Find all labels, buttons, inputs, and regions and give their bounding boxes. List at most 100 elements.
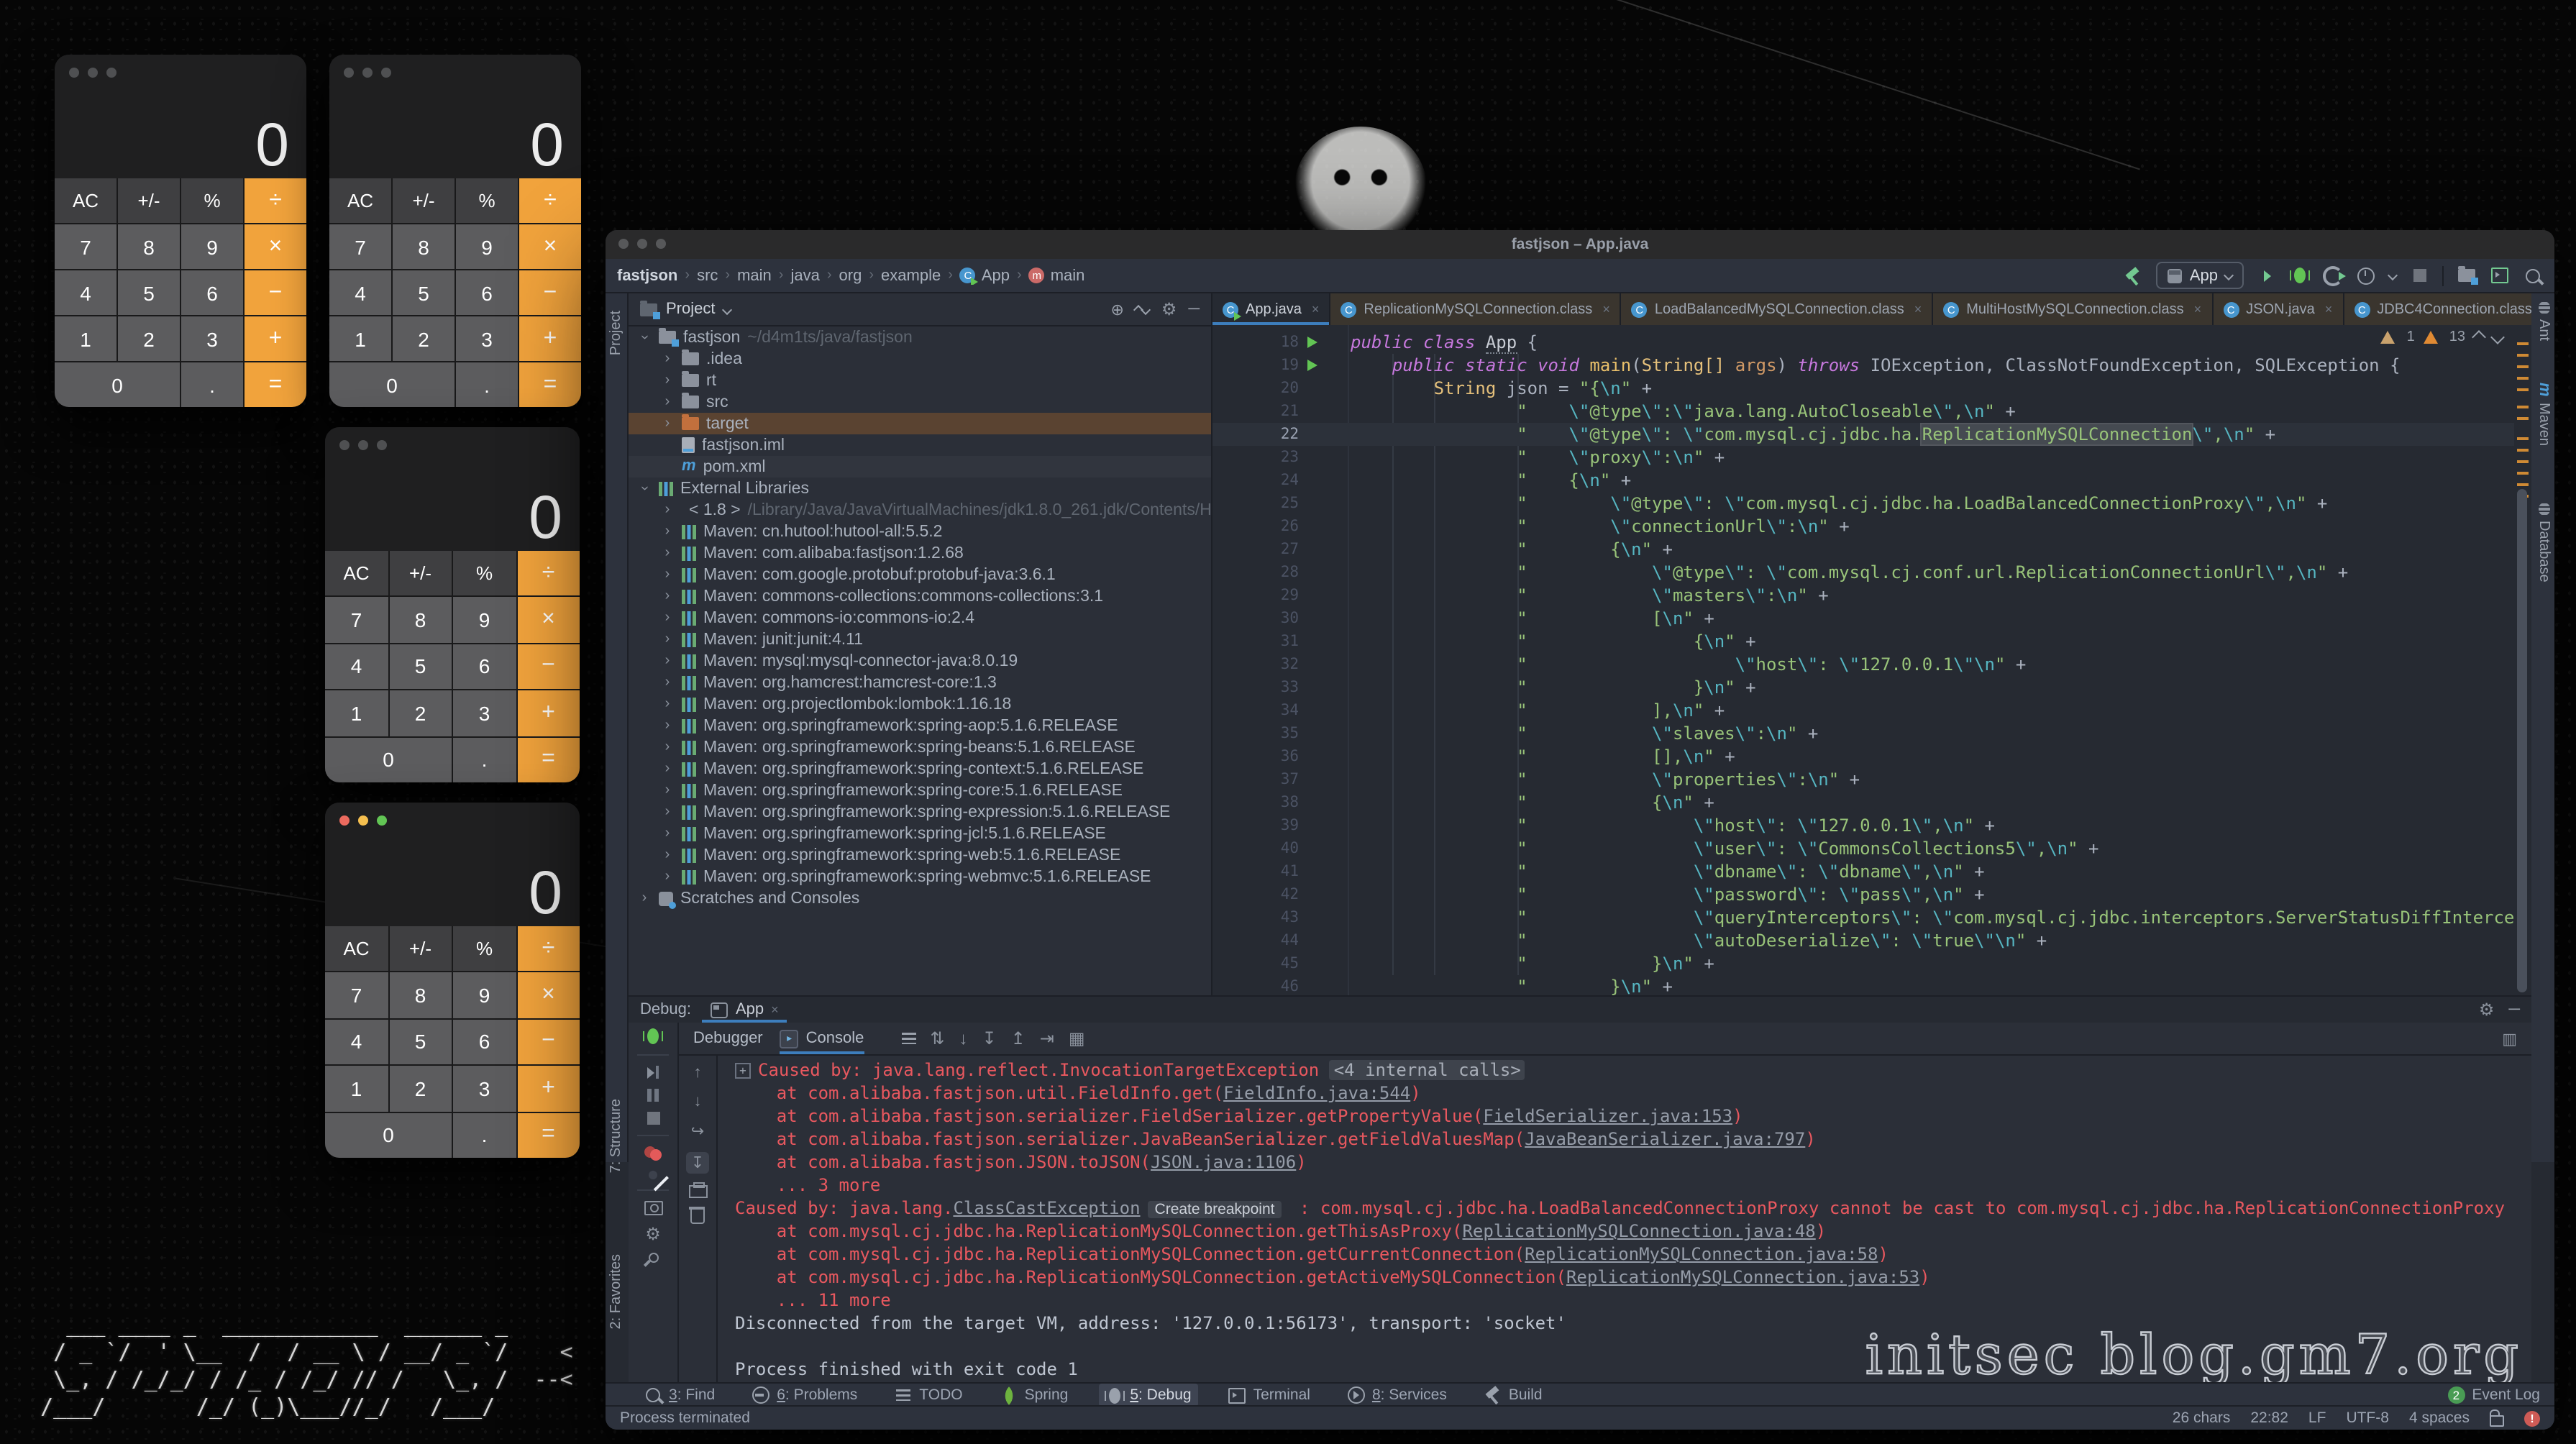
layout-settings-icon[interactable]: ▥ — [2502, 1029, 2517, 1048]
calc-key-AC[interactable]: AC — [55, 178, 117, 223]
calc-key-9[interactable]: 9 — [453, 598, 516, 643]
code-line-25[interactable]: 25 " \"@type\": \"com.mysql.cj.jdbc.ha.L… — [1212, 492, 2514, 515]
collapse-all-icon[interactable] — [1136, 301, 1150, 318]
calc-key-1[interactable]: 1 — [325, 1066, 388, 1111]
tree-item[interactable]: ›Maven: org.springframework:spring-web:5… — [629, 844, 1211, 866]
stripe-warning-mark[interactable] — [2517, 483, 2529, 486]
calc-key-%[interactable]: % — [181, 178, 243, 223]
calc-key-=[interactable]: = — [517, 1112, 580, 1158]
stripe-warning-mark[interactable] — [2517, 460, 2529, 463]
tree-chevron-icon[interactable]: › — [637, 890, 652, 906]
code-line-40[interactable]: 40 " \"user\": \"CommonsCollections5\",\… — [1212, 837, 2514, 860]
tab-console[interactable]: ▸Console — [780, 1023, 864, 1054]
status-item[interactable]: 4 spaces — [2409, 1409, 2470, 1427]
stripe-warning-mark[interactable] — [2517, 417, 2529, 420]
calc-key-%[interactable]: % — [453, 551, 516, 596]
calc-key-+/-[interactable]: +/- — [118, 178, 180, 223]
close-tab-icon[interactable]: × — [2194, 302, 2202, 316]
code-line-42[interactable]: 42 " \"password\": \"pass\",\n" + — [1212, 883, 2514, 906]
calc-key-5[interactable]: 5 — [393, 270, 455, 315]
project-structure-icon[interactable] — [2457, 265, 2477, 285]
calc-key-7[interactable]: 7 — [55, 224, 117, 269]
calc-key-−[interactable]: − — [517, 1020, 580, 1065]
stripe-warning-mark[interactable] — [2517, 437, 2529, 440]
window-traffic-lights[interactable] — [339, 440, 387, 450]
stack-trace-link[interactable]: ReplicationMySQLConnection.java:58 — [1525, 1244, 1878, 1264]
toolwindow-button-Terminal[interactable]: Terminal — [1222, 1384, 1317, 1407]
stripe-warning-mark[interactable] — [2517, 354, 2529, 357]
calc-key-+/-[interactable]: +/- — [389, 926, 452, 972]
step-into-icon[interactable]: ↓ — [959, 1028, 968, 1048]
calc-key-+[interactable]: + — [245, 316, 306, 361]
calc-key-8[interactable]: 8 — [389, 973, 452, 1018]
close-tab-icon[interactable]: × — [1914, 302, 1922, 316]
calc-key-2[interactable]: 2 — [118, 316, 180, 361]
tree-chevron-icon[interactable]: › — [660, 631, 675, 647]
code-line-43[interactable]: 43 " \"queryInterceptors\": \"com.mysql.… — [1212, 906, 2514, 929]
calc-key-+[interactable]: + — [519, 316, 581, 361]
tree-item[interactable]: ›Maven: org.springframework:spring-jcl:5… — [629, 823, 1211, 844]
calc-key-.[interactable]: . — [181, 362, 243, 407]
tool-button-maven[interactable]: mMaven — [2534, 383, 2553, 446]
close-tab-icon[interactable]: × — [1602, 302, 1610, 316]
tree-item[interactable]: ›.idea — [629, 348, 1211, 370]
window-traffic-lights[interactable] — [344, 68, 391, 78]
code-line-18[interactable]: 18public class App { — [1212, 331, 2514, 354]
tree-chevron-icon[interactable]: › — [660, 869, 675, 885]
calc-key-÷[interactable]: ÷ — [519, 178, 581, 223]
calc-key-×[interactable]: × — [519, 224, 581, 269]
breadcrumb-item-App[interactable]: CApp — [960, 267, 1010, 284]
toolwindow-button-TODO[interactable]: TODO — [887, 1384, 969, 1407]
calc-key-1[interactable]: 1 — [329, 316, 391, 361]
minimize-icon[interactable] — [88, 68, 98, 78]
tool-button-favorites[interactable]: 2: Favorites — [606, 1254, 627, 1330]
tree-chevron-icon[interactable]: › — [660, 351, 675, 367]
calc-key-6[interactable]: 6 — [453, 1020, 516, 1065]
debug-button[interactable] — [2290, 265, 2310, 285]
code-line-46[interactable]: 46 " }\n" + — [1212, 975, 2514, 995]
next-warning-icon[interactable] — [2490, 330, 2505, 344]
hide-panel-icon[interactable]: ─ — [2508, 1001, 2520, 1018]
code-line-19[interactable]: 19 public static void main(String[] args… — [1212, 354, 2514, 377]
breadcrumb-item-main[interactable]: mmain — [1029, 267, 1085, 284]
calc-key-3[interactable]: 3 — [181, 316, 243, 361]
coverage-button[interactable] — [2323, 265, 2343, 285]
resume-button[interactable] — [647, 1066, 659, 1079]
tab-LoadBalancedMySQLConnection.class[interactable]: CLoadBalancedMySQLConnection.class× — [1622, 293, 1933, 325]
step-out-icon[interactable]: ↥ — [1011, 1028, 1026, 1048]
stop-button[interactable] — [2409, 265, 2429, 285]
tree-chevron-icon[interactable]: › — [660, 588, 675, 604]
calc-key-5[interactable]: 5 — [389, 644, 452, 690]
tree-chevron-icon[interactable]: › — [660, 502, 675, 518]
breadcrumb-item-org[interactable]: org — [839, 267, 862, 284]
tree-chevron-icon[interactable]: › — [660, 545, 675, 561]
run-config-selector[interactable]: App — [2157, 262, 2244, 289]
tree-item[interactable]: ›target — [629, 413, 1211, 434]
stripe-warning-mark[interactable] — [2517, 342, 2529, 345]
tree-item[interactable]: ›Maven: com.alibaba:fastjson:1.2.68 — [629, 542, 1211, 564]
pin-icon[interactable] — [646, 1251, 660, 1265]
tree-item[interactable]: ›Maven: org.springframework:spring-core:… — [629, 780, 1211, 801]
minimize-icon[interactable] — [358, 815, 368, 826]
calc-key-=[interactable]: = — [519, 362, 581, 407]
tree-chevron-icon[interactable]: › — [660, 804, 675, 820]
stripe-warning-mark[interactable] — [2517, 449, 2529, 452]
zoom-icon[interactable] — [381, 68, 391, 78]
step-over-icon[interactable]: ⇅ — [930, 1028, 944, 1048]
code-line-37[interactable]: 37 " \"properties\":\n" + — [1212, 768, 2514, 791]
zoom-icon[interactable] — [106, 68, 117, 78]
calc-key-0[interactable]: 0 — [325, 1112, 452, 1158]
tree-chevron-icon[interactable]: › — [660, 524, 675, 539]
code-line-29[interactable]: 29 " \"masters\":\n" + — [1212, 584, 2514, 607]
calc-key-=[interactable]: = — [517, 737, 580, 782]
toolwindow-button-3: Find[interactable]: 3: Find — [637, 1384, 722, 1407]
debug-session-tab[interactable]: App × — [703, 997, 787, 1023]
tool-button-database[interactable]: Database — [2534, 503, 2553, 582]
code-line-31[interactable]: 31 " {\n" + — [1212, 630, 2514, 653]
build-hammer-icon[interactable] — [2124, 265, 2144, 285]
tab-JDBC4Connection.class[interactable]: CJDBC4Connection.class× — [2344, 293, 2531, 325]
tree-chevron-icon[interactable]: › — [660, 782, 675, 798]
tree-chevron-icon[interactable]: › — [660, 826, 675, 841]
calculator-window[interactable]: 0 AC+/-%÷789×456−123+0.= — [55, 55, 306, 407]
error-notification-icon[interactable]: ! — [2524, 1410, 2540, 1426]
